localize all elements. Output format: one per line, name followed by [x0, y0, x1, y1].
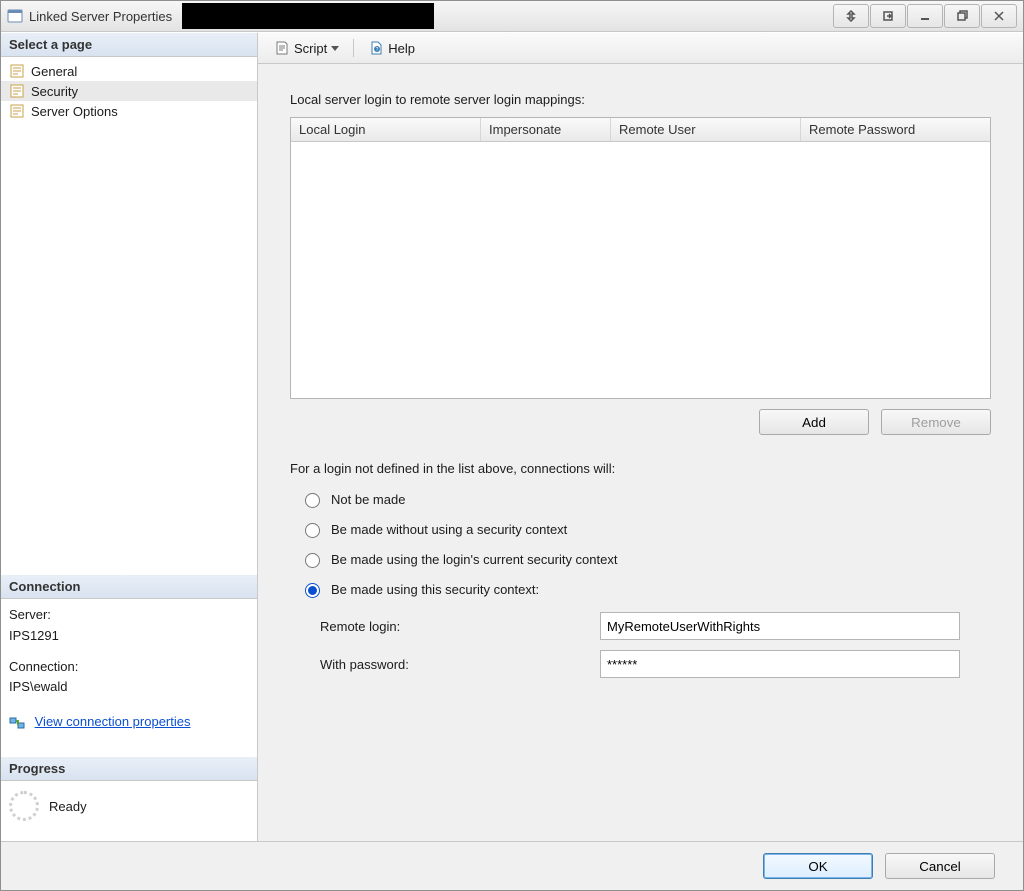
radio-label: Not be made [331, 492, 405, 507]
popout-button[interactable] [870, 4, 906, 28]
page-label: General [31, 64, 77, 79]
script-button[interactable]: Script [268, 38, 345, 58]
radio-input[interactable] [305, 523, 320, 538]
add-button[interactable]: Add [759, 409, 869, 435]
page-icon [9, 103, 25, 119]
window-title: Linked Server Properties [29, 9, 172, 24]
pin-button[interactable] [833, 4, 869, 28]
script-label: Script [294, 41, 327, 56]
close-button[interactable] [981, 4, 1017, 28]
ok-button[interactable]: OK [763, 853, 873, 879]
connection-value: IPS\ewald [9, 677, 249, 698]
radio-input[interactable] [305, 583, 320, 598]
security-mode-radiogroup: Not be made Be made without using a secu… [300, 490, 991, 598]
security-page: Local server login to remote server logi… [258, 64, 1023, 841]
remote-login-input[interactable] [600, 612, 960, 640]
page-icon [9, 63, 25, 79]
titlebar[interactable]: Linked Server Properties [1, 1, 1023, 32]
connection-block: Server: IPS1291 Connection: IPS\ewald Vi… [1, 599, 257, 739]
col-impersonate[interactable]: Impersonate [481, 118, 611, 141]
connection-header: Connection [1, 575, 257, 599]
remove-button[interactable]: Remove [881, 409, 991, 435]
login-mappings-grid[interactable]: Local Login Impersonate Remote User Remo… [290, 117, 991, 399]
app-icon [7, 8, 23, 24]
radio-no-security-context[interactable]: Be made without using a security context [300, 520, 991, 538]
page-label: Server Options [31, 104, 118, 119]
page-item-general[interactable]: General [1, 61, 257, 81]
redacted-servername [182, 3, 434, 29]
toolbar-separator [353, 39, 354, 57]
radio-current-security-context[interactable]: Be made using the login's current securi… [300, 550, 991, 568]
progress-block: Ready [1, 781, 257, 841]
restore-button[interactable] [944, 4, 980, 28]
minimize-button[interactable] [907, 4, 943, 28]
help-button[interactable]: ? Help [362, 38, 421, 58]
script-icon [274, 40, 290, 56]
server-label: Server: [9, 605, 249, 626]
remote-credentials: Remote login: With password: [320, 612, 991, 678]
dialog-footer: OK Cancel [1, 841, 1023, 890]
sidebar: Select a page General Security Server Op… [1, 33, 258, 841]
help-icon: ? [368, 40, 384, 56]
page-list: General Security Server Options [1, 57, 257, 125]
dropdown-caret-icon [331, 46, 339, 51]
view-connection-properties-link[interactable]: View connection properties [35, 714, 191, 729]
progress-spinner-icon [9, 791, 39, 821]
svg-text:?: ? [376, 47, 379, 53]
mappings-label: Local server login to remote server logi… [290, 92, 991, 107]
radio-input[interactable] [305, 493, 320, 508]
grid-header: Local Login Impersonate Remote User Remo… [291, 118, 990, 142]
radio-label: Be made using this security context: [331, 582, 539, 597]
page-label: Security [31, 84, 78, 99]
col-remote-user[interactable]: Remote User [611, 118, 801, 141]
page-icon [9, 83, 25, 99]
select-page-header: Select a page [1, 33, 257, 57]
page-item-security[interactable]: Security [1, 81, 257, 101]
content-toolbar: Script ? Help [258, 33, 1023, 64]
radio-input[interactable] [305, 553, 320, 568]
undefined-login-label: For a login not defined in the list abov… [290, 461, 991, 476]
grid-body[interactable] [291, 142, 990, 398]
page-item-server-options[interactable]: Server Options [1, 101, 257, 121]
with-password-input[interactable] [600, 650, 960, 678]
content-pane: Script ? Help Local server login to remo… [258, 33, 1023, 841]
col-local-login[interactable]: Local Login [291, 118, 481, 141]
radio-this-security-context[interactable]: Be made using this security context: [300, 580, 991, 598]
radio-label: Be made without using a security context [331, 522, 567, 537]
with-password-label: With password: [320, 657, 600, 672]
window-controls [833, 4, 1017, 28]
remote-login-label: Remote login: [320, 619, 600, 634]
cancel-button[interactable]: Cancel [885, 853, 995, 879]
connection-label: Connection: [9, 657, 249, 678]
col-remote-password[interactable]: Remote Password [801, 118, 990, 141]
progress-header: Progress [1, 757, 257, 781]
server-value: IPS1291 [9, 626, 249, 647]
progress-status: Ready [49, 799, 87, 814]
help-label: Help [388, 41, 415, 56]
dialog-window: Linked Server Properties Select a page G… [0, 0, 1024, 891]
radio-not-be-made[interactable]: Not be made [300, 490, 991, 508]
radio-label: Be made using the login's current securi… [331, 552, 617, 567]
connection-properties-icon [9, 715, 25, 731]
